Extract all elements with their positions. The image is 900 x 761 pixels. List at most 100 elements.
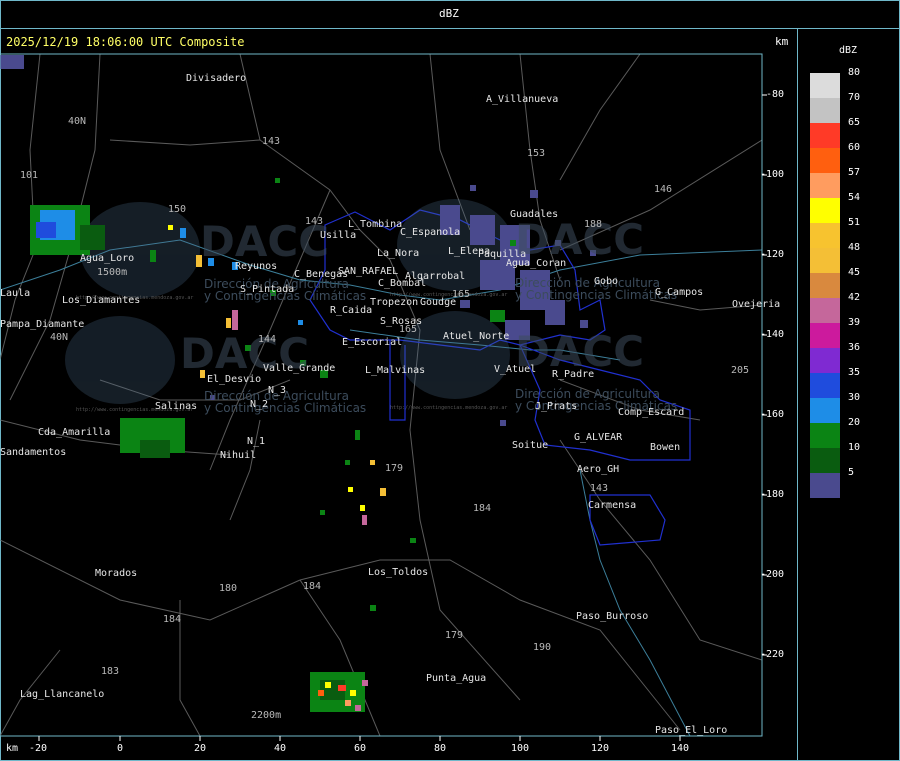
place-label: Goudge bbox=[420, 297, 457, 308]
place-label: Bowen bbox=[650, 442, 681, 453]
legend-value-label: 57 bbox=[848, 167, 861, 178]
legend-swatch bbox=[810, 473, 840, 498]
legend-swatch bbox=[810, 348, 840, 373]
route-label: 180 bbox=[219, 583, 238, 594]
legend-swatch bbox=[810, 323, 840, 348]
place-label: Sandamentos bbox=[0, 447, 67, 458]
x-tick-label: 60 bbox=[354, 743, 367, 754]
place-label: Paso_Burroso bbox=[576, 611, 649, 622]
place-label: La_Nora bbox=[377, 248, 420, 259]
route-label: 153 bbox=[527, 148, 546, 159]
place-label: Cda_Amarilla bbox=[38, 427, 111, 438]
route-label: 165 bbox=[399, 324, 418, 335]
radar-map bbox=[0, 53, 767, 741]
place-label: Laula bbox=[0, 288, 31, 299]
place-label: Gobo bbox=[594, 276, 619, 287]
legend-swatch bbox=[810, 198, 840, 223]
route-label: 190 bbox=[533, 642, 552, 653]
place-label: Lag_Llancanelo bbox=[20, 689, 105, 700]
place-label: Nihuil bbox=[220, 450, 257, 461]
y-axis-unit-label: km bbox=[775, 35, 789, 48]
place-label: Valle_Grande bbox=[263, 363, 336, 374]
route-label: 184 bbox=[303, 581, 322, 592]
legend-swatch bbox=[810, 73, 840, 98]
legend-value-label: 36 bbox=[848, 342, 861, 353]
y-tick-label: -140 bbox=[760, 329, 785, 340]
legend-swatch bbox=[810, 148, 840, 173]
x-tick-label: 0 bbox=[117, 743, 124, 754]
place-label: Carmensa bbox=[588, 500, 637, 511]
x-tick-label: 20 bbox=[194, 743, 207, 754]
legend-swatch bbox=[810, 123, 840, 148]
place-label: Punta_Agua bbox=[426, 673, 487, 684]
route-label: 40N bbox=[68, 116, 87, 127]
place-label: R_Caida bbox=[330, 305, 373, 316]
x-axis bbox=[38, 736, 681, 741]
place-label: L_Tombina bbox=[348, 219, 403, 230]
place-label: Reyunos bbox=[235, 261, 278, 272]
place-label: C_Espanola bbox=[400, 227, 461, 238]
legend-swatch bbox=[810, 273, 840, 298]
place-label: Pampa_Diamante bbox=[0, 319, 85, 330]
route-label: 165 bbox=[452, 289, 471, 300]
place-label: N_2 bbox=[250, 399, 269, 410]
route-label: 143 bbox=[305, 216, 324, 227]
x-tick-label: 40 bbox=[274, 743, 287, 754]
legend-swatch bbox=[810, 248, 840, 273]
route-label: 150 bbox=[168, 204, 187, 215]
place-label: Divisadero bbox=[186, 73, 247, 84]
legend-value-label: 45 bbox=[848, 267, 861, 278]
place-label: Ovejeria bbox=[732, 299, 781, 310]
route-label: 146 bbox=[654, 184, 673, 195]
legend-value-label: 48 bbox=[848, 242, 861, 253]
place-label: S_Pintada bbox=[240, 284, 295, 295]
legend-swatch bbox=[810, 98, 840, 123]
route-label: 144 bbox=[258, 334, 277, 345]
y-tick-label: -160 bbox=[760, 409, 785, 420]
place-label: Los_Diamantes bbox=[62, 295, 141, 306]
place-label: Los_Toldos bbox=[368, 567, 429, 578]
x-tick-label: 80 bbox=[434, 743, 447, 754]
place-label: Paso_El_Loro bbox=[655, 725, 728, 736]
place-label: Aero_GH bbox=[577, 464, 620, 475]
legend-value-label: 20 bbox=[848, 417, 861, 428]
x-tick-label: -20 bbox=[29, 743, 48, 754]
place-label: Agua_Coran bbox=[506, 258, 567, 269]
place-label: Soitue bbox=[512, 440, 549, 451]
place-label: Tropezon bbox=[370, 297, 419, 308]
route-label: 184 bbox=[473, 503, 492, 514]
route-label: 179 bbox=[385, 463, 404, 474]
x-tick-label: 140 bbox=[671, 743, 690, 754]
place-label: Salinas bbox=[155, 401, 198, 412]
place-label: N_1 bbox=[247, 436, 266, 447]
y-tick-label: -80 bbox=[766, 89, 785, 100]
legend-title: dBZ bbox=[839, 45, 858, 56]
route-label: 143 bbox=[262, 136, 281, 147]
place-label: Morados bbox=[95, 568, 138, 579]
legend-value-label: 35 bbox=[848, 367, 861, 378]
legend-value-label: 70 bbox=[848, 92, 861, 103]
y-tick-label: -180 bbox=[760, 489, 785, 500]
legend-swatch bbox=[810, 448, 840, 473]
x-tick-label: 100 bbox=[511, 743, 530, 754]
place-label: Usilla bbox=[320, 230, 357, 241]
place-label: E_Escorial bbox=[342, 337, 403, 348]
legend-swatch bbox=[810, 173, 840, 198]
place-label: Agua_Loro bbox=[80, 253, 135, 264]
legend-value-label: 60 bbox=[848, 142, 861, 153]
route-label: 188 bbox=[584, 219, 603, 230]
route-label: 205 bbox=[731, 365, 750, 376]
y-tick-label: -120 bbox=[760, 249, 785, 260]
place-label: Comp_Escard bbox=[618, 407, 685, 418]
legend-value-label: 5 bbox=[848, 467, 855, 478]
place-label: El_Desvio bbox=[207, 374, 262, 385]
y-tick-label: -100 bbox=[760, 169, 785, 180]
legend-value-label: 51 bbox=[848, 217, 861, 228]
place-label: L_Malvinas bbox=[365, 365, 426, 376]
place-label: G_Campos bbox=[655, 287, 704, 298]
y-tick-label: -220 bbox=[760, 649, 785, 660]
route-label: 101 bbox=[20, 170, 39, 181]
legend-swatch bbox=[810, 423, 840, 448]
route-label: 2200m bbox=[251, 710, 282, 721]
route-label: 183 bbox=[101, 666, 120, 677]
